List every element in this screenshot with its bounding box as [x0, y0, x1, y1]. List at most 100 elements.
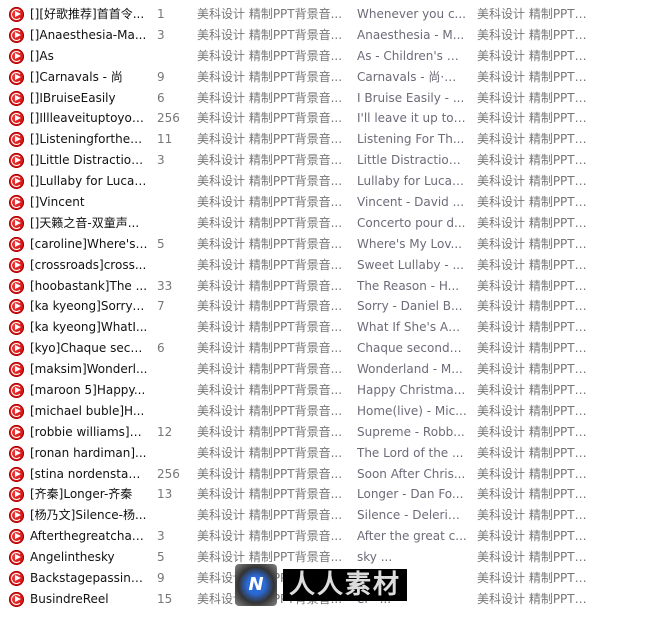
- media-play-icon: [9, 48, 24, 64]
- media-play-icon: [9, 508, 24, 524]
- media-play-icon: [9, 424, 24, 440]
- track-number: 256: [157, 111, 180, 126]
- list-item[interactable]: []Listeningforthew... 11 美科设计 精制PPT背景音... L…: [0, 129, 653, 150]
- file-name: []Little Distraction ...: [30, 153, 148, 168]
- album: 美科设计 精制PPT背景音...: [197, 27, 343, 42]
- title: Anaesthesia - M...: [357, 27, 465, 42]
- title: What If She's An...: [357, 320, 467, 335]
- list-item[interactable]: [齐秦]Longer-齐秦 13 美科设计 精制PPT背景音... Longer - …: [0, 484, 653, 505]
- list-item[interactable]: []IBruiseEasily 6 美科设计 精制PPT背景音... I Bruise…: [0, 88, 653, 109]
- track-number: 1: [157, 7, 165, 21]
- file-name: [stina nordenstam...: [30, 466, 148, 481]
- list-item[interactable]: [robbie williams]S... 12 美科设计 精制PPT背景音... S…: [0, 422, 653, 443]
- list-item[interactable]: [crossroads]cross... 美科设计 精制PPT背景音... Swee…: [0, 255, 653, 276]
- file-name: Angelinthesky: [30, 550, 115, 565]
- media-play-icon: [9, 445, 24, 461]
- artist: 美科设计 精制PPT背...: [477, 424, 597, 439]
- title: Supreme - Robb...: [357, 424, 465, 439]
- list-item[interactable]: [maksim]Wonderl... 美科设计 精制PPT背景音... Wonder…: [0, 359, 653, 380]
- list-item[interactable]: [ka kyeong]Sorry-... 7 美科设计 精制PPT背景音... Sor…: [0, 296, 653, 317]
- title: Silence - Delerium: [357, 508, 467, 523]
- track-number: 3: [157, 529, 165, 544]
- album: 美科设计 精制PPT背景音...: [197, 445, 343, 460]
- list-item[interactable]: []Carnavals - 尚 9 美科设计 精制PPT背景音... Carnaval…: [0, 67, 653, 88]
- album: 美科设计 精制PPT背景音...: [197, 153, 343, 168]
- album: 美科设计 精制PPT背景音...: [197, 174, 343, 189]
- artist: 美科设计 精制PPT背...: [477, 132, 597, 147]
- file-name: [ka kyeong]WhatI...: [30, 320, 148, 335]
- file-name: [杨乃文]Silence-杨...: [30, 508, 147, 523]
- title: Little Distraction ...: [357, 153, 467, 168]
- artist: 美科设计 精制PPT背...: [477, 257, 597, 272]
- artist: 美科设计 精制PPT背...: [477, 236, 597, 251]
- list-item[interactable]: [杨乃文]Silence-杨... 美科设计 精制PPT背景音... Silence…: [0, 505, 653, 526]
- title: The Reason - H...: [357, 278, 460, 293]
- list-item[interactable]: [ka kyeong]WhatI... 美科设计 精制PPT背景音... What …: [0, 317, 653, 338]
- media-play-icon: [9, 341, 24, 357]
- title: Where's My Lov...: [357, 236, 462, 251]
- track-number: 11: [157, 132, 173, 147]
- title: Sweet Lullaby - ...: [357, 257, 464, 272]
- list-item[interactable]: [michael buble]H... 美科设计 精制PPT背景音... Home(…: [0, 401, 653, 422]
- artist: 美科设计 精制PPT背...: [477, 320, 597, 335]
- watermark: N 人人素材: [235, 561, 421, 609]
- title: The Lord of the ...: [357, 445, 464, 460]
- title: Whenever you c...: [357, 7, 466, 21]
- file-name: []As: [30, 48, 54, 63]
- media-play-icon: [9, 591, 24, 607]
- title: Soon After Chris...: [357, 466, 466, 481]
- file-name: []天籁之音-双童声...: [30, 215, 140, 230]
- album: 美科设计 精制PPT背景音...: [197, 48, 343, 63]
- file-name: [michael buble]H...: [30, 403, 145, 418]
- album: 美科设计 精制PPT背景音...: [197, 7, 343, 21]
- list-item[interactable]: [ronan hardiman]... 美科设计 精制PPT背景音... The L…: [0, 443, 653, 464]
- media-play-icon: [9, 195, 24, 211]
- list-item[interactable]: Afterthegreatchan... 3 美科设计 精制PPT背景音... Aft…: [0, 526, 653, 547]
- artist: 美科设计 精制PPT背...: [477, 571, 597, 586]
- list-item[interactable]: []As 美科设计 精制PPT背景音... As - Children's D...…: [0, 46, 653, 67]
- track-number: 6: [157, 90, 165, 105]
- media-play-icon: [9, 132, 24, 148]
- artist: 美科设计 精制PPT背...: [477, 278, 597, 293]
- album: 美科设计 精制PPT背景音...: [197, 257, 343, 272]
- artist: 美科设计 精制PPT背...: [477, 111, 597, 126]
- list-item[interactable]: [hoobastank]The ... 33 美科设计 精制PPT背景音... The…: [0, 276, 653, 297]
- album: 美科设计 精制PPT背景音...: [197, 362, 343, 377]
- track-number: 3: [157, 153, 165, 168]
- title: Carnavals - 尚·马...: [357, 69, 467, 84]
- file-name: [maroon 5]Happy...: [30, 383, 146, 398]
- media-play-icon: [9, 320, 24, 336]
- file-name: [][好歌推荐]首首令...: [30, 7, 145, 21]
- list-item[interactable]: [stina nordenstam... 256 美科设计 精制PPT背景音... S…: [0, 464, 653, 485]
- media-play-icon: [9, 111, 24, 127]
- album: 美科设计 精制PPT背景音...: [197, 466, 343, 481]
- list-item[interactable]: [caroline]Where's ... 5 美科设计 精制PPT背景音... Wh…: [0, 234, 653, 255]
- list-item[interactable]: [][好歌推荐]首首令... 1 美科设计 精制PPT背景音... Whenever …: [0, 4, 653, 25]
- media-play-icon: [9, 236, 24, 252]
- artist: 美科设计 精制PPT背...: [477, 48, 597, 63]
- track-number: 5: [157, 550, 165, 565]
- list-item[interactable]: []Illleaveituptoyou... 256 美科设计 精制PPT背景音..…: [0, 108, 653, 129]
- list-item[interactable]: []Little Distraction ... 3 美科设计 精制PPT背景音..…: [0, 150, 653, 171]
- artist: 美科设计 精制PPT背...: [477, 90, 597, 105]
- media-play-icon: [9, 69, 24, 85]
- file-name: [齐秦]Longer-齐秦: [30, 487, 133, 502]
- artist: 美科设计 精制PPT背...: [477, 591, 597, 606]
- list-item[interactable]: [kyo]Chaque seco... 6 美科设计 精制PPT背景音... Chaq…: [0, 338, 653, 359]
- album: 美科设计 精制PPT背景音...: [197, 90, 343, 105]
- list-item[interactable]: []Anaesthesia-Ma... 3 美科设计 精制PPT背景音... Anae…: [0, 25, 653, 46]
- media-play-icon: [9, 466, 24, 482]
- list-item[interactable]: []Lullaby for Lucas... 美科设计 精制PPT背景音... Lu…: [0, 171, 653, 192]
- media-play-icon: [9, 7, 24, 22]
- artist: 美科设计 精制PPT背...: [477, 7, 597, 21]
- list-item[interactable]: [maroon 5]Happy... 美科设计 精制PPT背景音... Happy …: [0, 380, 653, 401]
- track-number: 3: [157, 27, 165, 42]
- title: Listening For Th...: [357, 132, 465, 147]
- track-number: 256: [157, 466, 180, 481]
- media-play-icon: [9, 550, 24, 566]
- list-item[interactable]: []天籁之音-双童声... 美科设计 精制PPT背景音... Concerto po…: [0, 213, 653, 234]
- media-play-icon: [9, 90, 24, 106]
- list-item[interactable]: []Vincent 美科设计 精制PPT背景音... Vincent - David…: [0, 192, 653, 213]
- track-number: 5: [157, 236, 165, 251]
- track-number: 13: [157, 487, 173, 502]
